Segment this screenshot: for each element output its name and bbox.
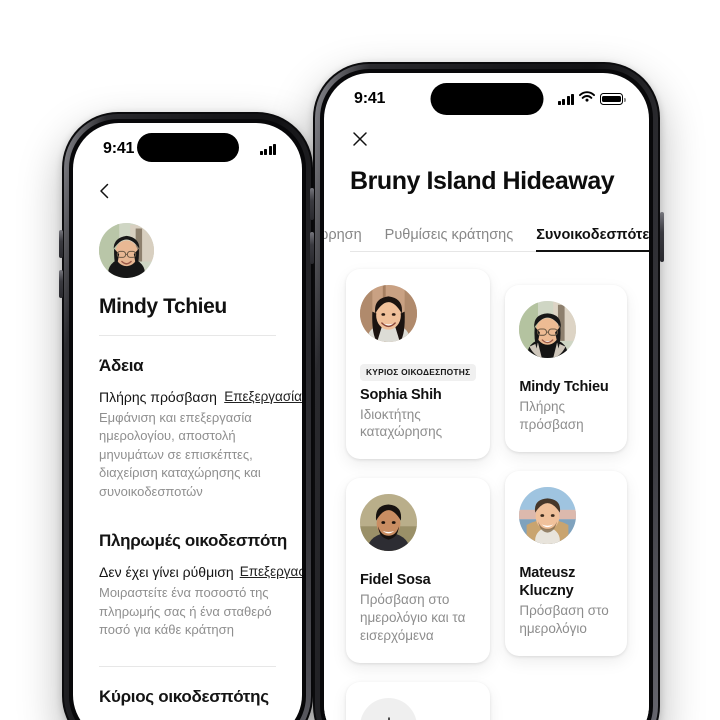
back-status-time: 9:41 <box>103 140 135 157</box>
front-phone-device: 9:41 Bruny Island Hideaway ρηση Ρυθμίσει… <box>309 62 664 720</box>
cohost-name: Mindy Tchieu <box>519 379 609 395</box>
front-status-bar: 9:41 <box>324 73 649 125</box>
edit-link[interactable]: Επεξεργασία <box>224 389 302 404</box>
section-heading: Πληρωμές οικοδεσπότη <box>99 531 287 551</box>
volume-down-button[interactable] <box>309 232 314 264</box>
dynamic-island <box>430 83 543 115</box>
cellular-signal-icon <box>259 143 276 155</box>
permission-section: Άδεια Πλήρης πρόσβαση Επεξεργασία Εμφάνι… <box>73 336 302 501</box>
cohost-role: Πλήρης πρόσβαση <box>519 399 584 432</box>
sophia-shih-avatar <box>360 285 417 342</box>
back-status-bar: 9:41 <box>73 123 302 175</box>
tab-listing[interactable]: Καταχώρηση <box>324 227 362 252</box>
cohost-name: Mateusz Kluczny <box>519 564 576 599</box>
power-button[interactable] <box>659 212 664 262</box>
cellular-signal-icon <box>557 93 574 105</box>
back-navigation-button[interactable] <box>73 175 113 201</box>
payouts-section: Πληρωμές οικοδεσπότη Δεν έχει γίνει ρύθμ… <box>73 527 302 639</box>
mindy-tchieu-avatar <box>519 301 577 358</box>
page-title: Bruny Island Hideaway <box>350 167 615 195</box>
fidel-sosa-avatar <box>360 494 417 552</box>
dynamic-island <box>136 133 239 162</box>
close-button[interactable] <box>324 125 368 149</box>
cohost-grid: ΚΥΡΙΟΣ ΟΙΚΟΔΕΣΠΟΤΗΣ Sophia Shih Ιδιοκτήτ… <box>324 252 649 720</box>
permission-row[interactable]: Πλήρης πρόσβαση Επεξεργασία <box>99 389 302 405</box>
edit-link[interactable]: Επεξεργασία <box>240 564 302 579</box>
tab-bar: Καταχώρηση Ρυθμίσεις κράτησης Συνοικοδεσ… <box>324 218 649 252</box>
screenshot-stage: 9:41 Mindy Tchieu Άδεια Πλήρης πρόσβαση … <box>0 0 720 720</box>
cohost-role: Ιδιοκτήτης καταχώρησης <box>360 406 443 440</box>
chevron-left-icon <box>95 181 115 201</box>
back-phone-screen: 9:41 Mindy Tchieu Άδεια Πλήρης πρόσβαση … <box>73 123 302 720</box>
primary-host-badge: ΚΥΡΙΟΣ ΟΙΚΟΔΕΣΠΟΤΗΣ <box>360 363 477 381</box>
cohost-card[interactable]: Fidel Sosa Πρόσβαση στο ημερολόγιο και τ… <box>346 478 491 663</box>
back-status-indicators <box>259 143 276 155</box>
cohost-card[interactable]: Mateusz Kluczny Πρόσβαση στο ημερολόγιο <box>505 470 627 656</box>
volume-up-button[interactable] <box>309 188 314 220</box>
tab-cohosts[interactable]: Συνοικοδεσπότες <box>536 227 649 252</box>
section-heading: Κύριος οικοδεσπότης <box>99 686 269 706</box>
payouts-description: Μοιραστείτε ένα ποσοστό της πληρωμής σας… <box>99 585 272 638</box>
add-cohost-button[interactable] <box>346 681 491 720</box>
mateusz-kluczny-avatar <box>519 486 577 544</box>
profile-avatar <box>99 223 154 278</box>
cohost-role: Πρόσβαση στο ημερολόγιο <box>519 603 609 636</box>
section-heading: Άδεια <box>99 356 144 375</box>
front-phone-screen: 9:41 Bruny Island Hideaway ρηση Ρυθμίσει… <box>324 73 649 720</box>
payouts-row[interactable]: Δεν έχει γίνει ρύθμιση Επεξεργασία <box>99 564 302 580</box>
permission-description: Εμφάνιση και επεξεργασία ημερολογίου, απ… <box>99 410 261 499</box>
battery-full-icon <box>600 93 626 105</box>
cohost-column-left: ΚΥΡΙΟΣ ΟΙΚΟΔΕΣΠΟΤΗΣ Sophia Shih Ιδιοκτήτ… <box>346 269 491 720</box>
cohost-column-right: Mindy Tchieu Πλήρης πρόσβαση Mateusz Klu… <box>505 269 627 720</box>
cohost-card[interactable]: ΚΥΡΙΟΣ ΟΙΚΟΔΕΣΠΟΤΗΣ Sophia Shih Ιδιοκτήτ… <box>346 269 491 460</box>
front-status-time: 9:41 <box>354 90 386 107</box>
payouts-row-title: Δεν έχει γίνει ρύθμιση <box>99 564 234 581</box>
wifi-icon <box>579 90 595 108</box>
cohost-role: Πρόσβαση στο ημερολόγιο και τα εισερχόμε… <box>360 592 466 643</box>
tab-booking-settings[interactable]: Ρυθμίσεις κράτησης <box>385 227 514 252</box>
permission-row-title: Πλήρης πρόσβαση <box>99 389 217 405</box>
cohost-name: Fidel Sosa <box>360 572 431 589</box>
close-x-icon <box>350 129 370 149</box>
cohost-card[interactable]: Mindy Tchieu Πλήρης πρόσβαση <box>505 285 627 452</box>
back-phone-device: 9:41 Mindy Tchieu Άδεια Πλήρης πρόσβαση … <box>59 112 313 720</box>
plus-icon <box>360 697 417 720</box>
volume-up-button[interactable] <box>59 230 63 258</box>
front-status-indicators <box>557 90 626 108</box>
profile-name: Mindy Tchieu <box>99 295 227 318</box>
cohost-name: Sophia Shih <box>360 386 442 403</box>
volume-down-button[interactable] <box>59 270 63 298</box>
primary-host-section: Κύριος οικοδεσπότης <box>73 667 302 707</box>
